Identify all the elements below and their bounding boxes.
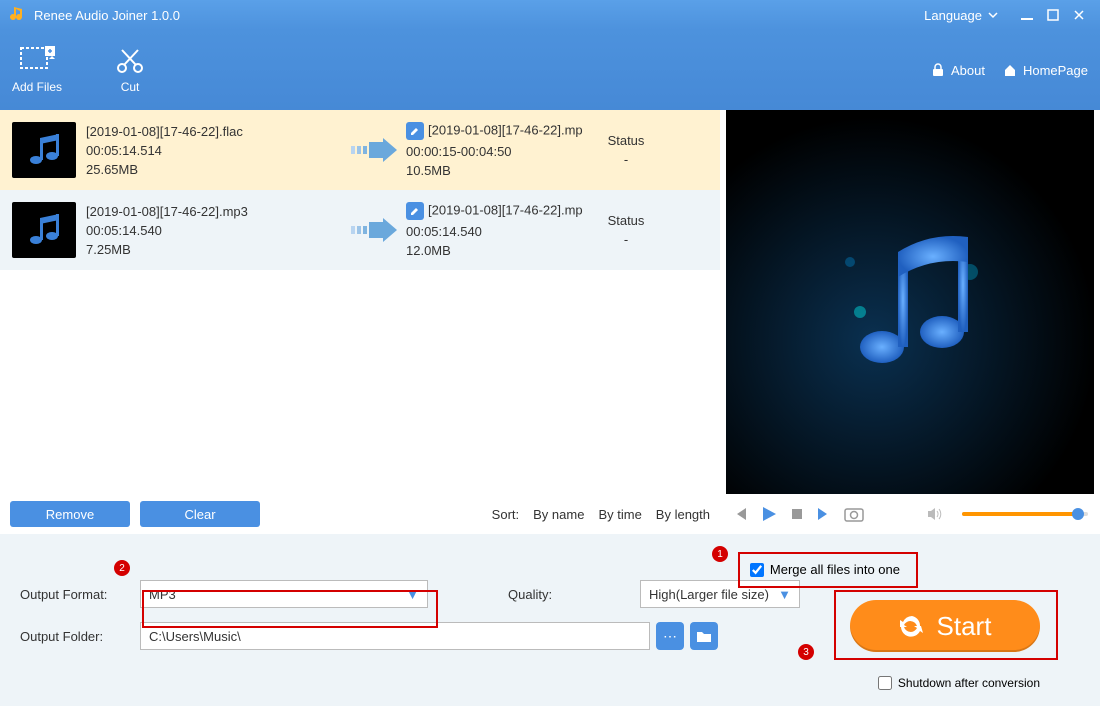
arrow-icon: [346, 218, 406, 242]
close-button[interactable]: [1068, 4, 1090, 26]
file-name: [2019-01-08][17-46-22].mp3: [86, 204, 346, 219]
more-button[interactable]: ⋯: [656, 622, 684, 650]
sort-options: Sort: By name By time By length: [492, 507, 710, 522]
lock-icon: [931, 63, 945, 77]
sort-by-length[interactable]: By length: [656, 507, 710, 522]
volume-icon[interactable]: [926, 507, 942, 521]
status-label: Status: [596, 133, 656, 148]
status-value: -: [596, 232, 656, 247]
refresh-icon: [899, 613, 925, 639]
output-range: 00:05:14.540: [406, 224, 596, 239]
volume-slider[interactable]: [962, 512, 1088, 516]
output-name: [2019-01-08][17-46-22].mp: [406, 122, 596, 140]
preview-panel: [720, 110, 1100, 534]
status-label: Status: [596, 213, 656, 228]
browse-folder-button[interactable]: [690, 622, 718, 650]
remove-button[interactable]: Remove: [10, 501, 130, 527]
home-icon: [1003, 63, 1017, 77]
status-value: -: [596, 152, 656, 167]
add-files-button[interactable]: Add Files: [12, 46, 62, 94]
merge-checkbox[interactable]: Merge all files into one: [750, 562, 900, 577]
file-row[interactable]: [2019-01-08][17-46-22].flac 00:05:14.514…: [0, 110, 720, 190]
file-list: [2019-01-08][17-46-22].flac 00:05:14.514…: [0, 110, 720, 534]
file-duration: 00:05:14.514: [86, 143, 346, 158]
app-title: Renee Audio Joiner 1.0.0: [34, 8, 180, 23]
preview-image: [726, 110, 1094, 494]
quality-label: Quality:: [508, 587, 628, 602]
toolbar: Add Files Cut About HomePage: [0, 30, 1100, 110]
sort-by-name[interactable]: By name: [533, 507, 584, 522]
start-button[interactable]: Start: [850, 600, 1040, 652]
homepage-link[interactable]: HomePage: [1003, 63, 1088, 78]
shutdown-checkbox[interactable]: Shutdown after conversion: [878, 676, 1040, 690]
output-settings: Output Format: MP3 ▼ Quality: High(Large…: [0, 534, 1100, 706]
edit-icon[interactable]: [406, 122, 424, 140]
file-size: 25.65MB: [86, 162, 346, 177]
file-size: 7.25MB: [86, 242, 346, 257]
stop-button[interactable]: [790, 507, 804, 521]
minimize-button[interactable]: [1016, 4, 1038, 26]
playback-controls: [720, 494, 1100, 534]
file-name: [2019-01-08][17-46-22].flac: [86, 124, 346, 139]
about-link[interactable]: About: [931, 63, 985, 78]
app-logo-icon: [10, 7, 26, 23]
cut-button[interactable]: Cut: [112, 46, 148, 94]
output-range: 00:00:15-00:04:50: [406, 144, 596, 159]
file-row[interactable]: [2019-01-08][17-46-22].mp3 00:05:14.540 …: [0, 190, 720, 270]
output-folder-label: Output Folder:: [20, 629, 140, 644]
file-thumbnail: [12, 202, 76, 258]
output-format-select[interactable]: MP3 ▼: [140, 580, 428, 608]
scissors-icon: [112, 46, 148, 74]
output-name: [2019-01-08][17-46-22].mp: [406, 202, 596, 220]
output-format-label: Output Format:: [20, 587, 140, 602]
output-folder-input[interactable]: C:\Users\Music\: [140, 622, 650, 650]
chevron-down-icon: [988, 10, 998, 20]
play-button[interactable]: [760, 505, 778, 523]
edit-icon[interactable]: [406, 202, 424, 220]
output-size: 10.5MB: [406, 163, 596, 178]
file-thumbnail: [12, 122, 76, 178]
arrow-icon: [346, 138, 406, 162]
clear-button[interactable]: Clear: [140, 501, 260, 527]
sort-by-time[interactable]: By time: [598, 507, 641, 522]
output-size: 12.0MB: [406, 243, 596, 258]
maximize-button[interactable]: [1042, 4, 1064, 26]
quality-select[interactable]: High(Larger file size) ▼: [640, 580, 800, 608]
next-button[interactable]: [816, 506, 832, 522]
titlebar: Renee Audio Joiner 1.0.0 Language: [0, 0, 1100, 30]
file-duration: 00:05:14.540: [86, 223, 346, 238]
film-add-icon: [19, 46, 55, 74]
music-note-icon: [820, 212, 1000, 392]
prev-button[interactable]: [732, 506, 748, 522]
language-selector[interactable]: Language: [924, 8, 998, 23]
camera-button[interactable]: [844, 506, 864, 522]
